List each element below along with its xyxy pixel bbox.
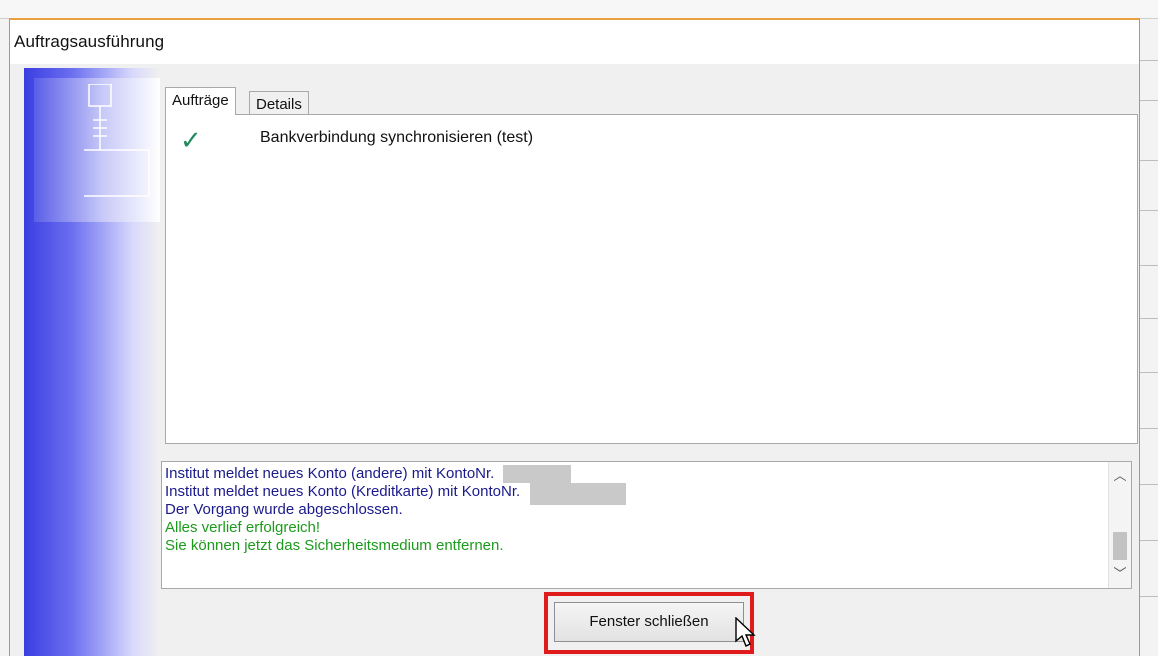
background-row-line: [1140, 160, 1158, 161]
log-text: Sie können jetzt das Sicherheitsmedium e…: [165, 537, 504, 554]
background-row-line: [1140, 265, 1158, 266]
log-line: Sie können jetzt das Sicherheitsmedium e…: [165, 537, 1107, 555]
log-text: Alles verlief erfolgreich!: [165, 519, 321, 536]
tab-auftraege[interactable]: Aufträge: [165, 87, 236, 115]
mouse-cursor-icon: [735, 617, 756, 647]
log-line: Institut meldet neues Konto (andere) mit…: [165, 465, 1107, 483]
scroll-thumb[interactable]: [1113, 532, 1127, 560]
workflow-icon: [84, 84, 150, 197]
log-lines: Institut meldet neues Konto (andere) mit…: [165, 465, 1107, 555]
side-banner: [24, 68, 160, 656]
background-row-line: [1140, 60, 1158, 61]
background-app-header: [0, 0, 1158, 19]
background-row-line: [1140, 428, 1158, 429]
tab-label: Aufträge: [172, 92, 229, 109]
background-row-line: [1140, 484, 1158, 485]
log-line: Institut meldet neues Konto (Kreditkarte…: [165, 483, 1107, 505]
log-scrollbar[interactable]: ︿ ﹀: [1108, 462, 1131, 588]
background-row-line: [1140, 100, 1158, 101]
log-line: Alles verlief erfolgreich!: [165, 519, 1107, 537]
tab-details[interactable]: Details: [249, 91, 309, 115]
log-text: Der Vorgang wurde abgeschlossen.: [165, 501, 403, 518]
log-text: Institut meldet neues Konto (andere) mit…: [165, 465, 495, 482]
scroll-up-icon[interactable]: ︿: [1109, 466, 1131, 486]
close-window-button[interactable]: Fenster schließen: [554, 602, 744, 642]
redacted-account-number: [502, 465, 571, 483]
banner-graphic: [34, 78, 160, 222]
background-row-line: [1140, 210, 1158, 211]
log-line: Der Vorgang wurde abgeschlossen.: [165, 501, 1107, 519]
background-row-line: [1140, 596, 1158, 597]
background-row-line: [1140, 318, 1158, 319]
log-text: Institut meldet neues Konto (Kreditkarte…: [165, 483, 521, 500]
job-label: Bankverbindung synchronisieren (test): [260, 129, 534, 146]
background-row-line: [1140, 540, 1158, 541]
dialog-body: Aufträge Details ✓ Bankverbindung synchr…: [10, 64, 1139, 656]
jobs-list: ✓ Bankverbindung synchronisieren (test): [165, 114, 1138, 444]
title-bar[interactable]: Auftragsausführung: [10, 20, 1139, 64]
window-title: Auftragsausführung: [14, 32, 165, 51]
check-icon: ✓: [180, 125, 202, 155]
tab-label: Details: [256, 96, 302, 113]
job-execution-dialog: Auftragsausführung Aufträge Details ✓ Ba…: [9, 18, 1140, 656]
log-output[interactable]: Institut meldet neues Konto (andere) mit…: [161, 461, 1132, 589]
scroll-down-icon[interactable]: ﹀: [1109, 564, 1131, 584]
background-row-line: [1140, 372, 1158, 373]
